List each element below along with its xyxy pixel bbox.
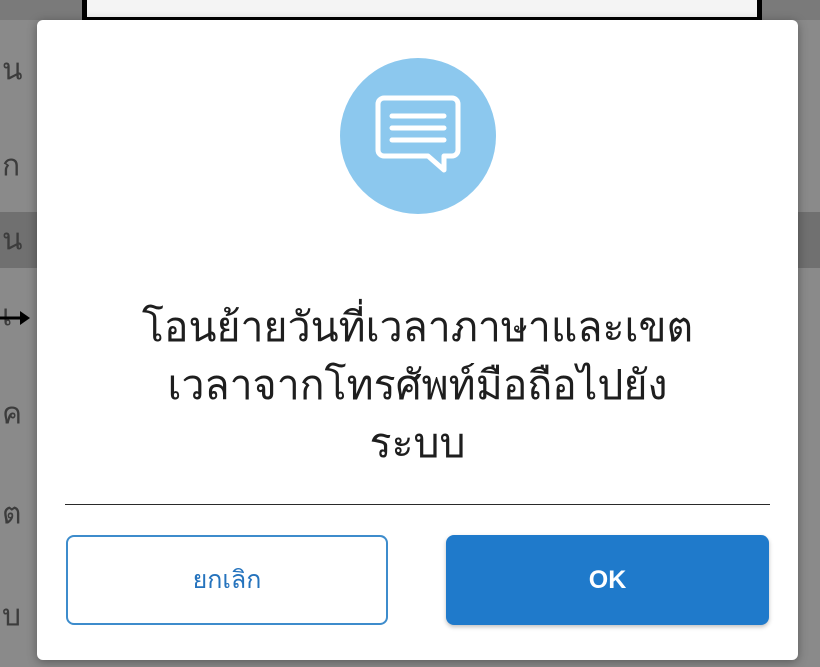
arrow-right-icon [0,311,30,325]
chat-bubble-icon [375,95,461,173]
confirm-dialog: โอนย้ายวันที่เวลาภาษาและเขต เวลาจากโทรศั… [37,20,798,660]
chat-message-icon [340,58,496,214]
dialog-message-line: โอนย้ายวันที่เวลาภาษาและเขต [141,303,694,351]
background-row-text: น [2,222,23,258]
ok-button[interactable]: OK [446,535,769,625]
dialog-message-line: เวลาจากโทรศัพท์มือถือไปยัง [167,361,668,409]
ok-button-label: OK [588,565,627,594]
cancel-button-label: ยกเลิก [192,565,262,594]
background-row-text: ต [2,496,22,532]
dialog-message: โอนย้ายวันที่เวลาภาษาและเขต เวลาจากโทรศั… [67,298,768,472]
dialog-divider [65,504,770,505]
background-row-text: บ [2,598,22,633]
dialog-message-line: ระบบ [369,419,466,467]
screen: น ก น เ ค ต บ โอนย้ายวันที่เวลาภาษาและเข… [0,0,820,667]
background-row-text: ค [2,396,23,432]
background-row-text: น [2,52,23,88]
top-highlight-box [82,0,762,22]
background-row-text: ก [2,148,21,184]
cancel-button[interactable]: ยกเลิก [66,535,388,625]
